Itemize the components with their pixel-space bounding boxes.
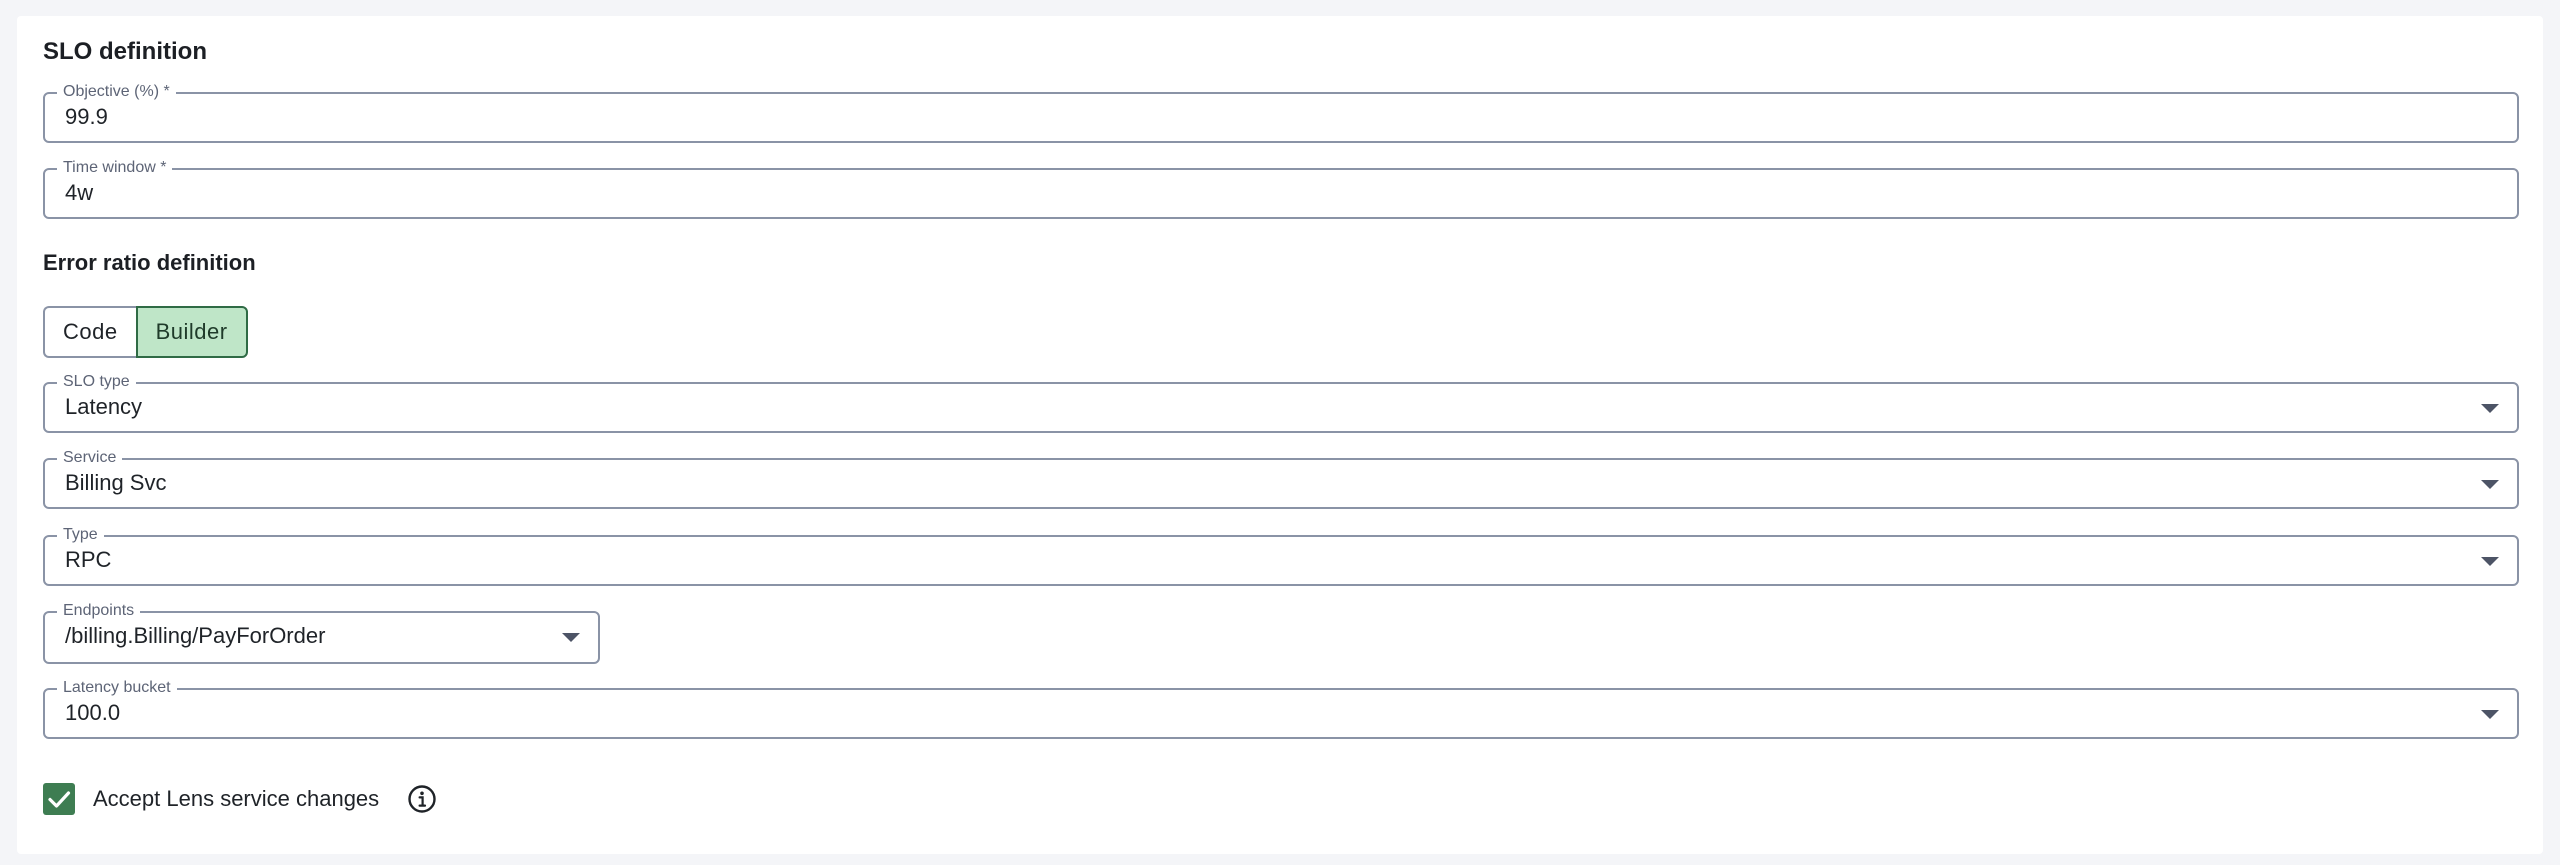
slo-type-value: Latency (65, 394, 143, 419)
chevron-down-icon[interactable] (2481, 557, 2499, 566)
info-icon[interactable] (406, 783, 438, 815)
error-ratio-title: Error ratio definition (43, 250, 256, 275)
objective-field[interactable]: Objective (%) * 99.9 (43, 82, 2519, 143)
slo-type-select[interactable]: SLO type Latency (43, 372, 2519, 433)
definition-mode-toggle: Code Builder (43, 306, 248, 358)
time-window-field[interactable]: Time window * 4w (43, 158, 2519, 219)
slo-definition-title: SLO definition (43, 38, 207, 65)
endpoints-value: /billing.Billing/PayForOrder (65, 623, 326, 648)
latency-bucket-select[interactable]: Latency bucket 100.0 (43, 678, 2519, 739)
chevron-down-icon[interactable] (2481, 710, 2499, 719)
latency-bucket-value: 100.0 (65, 700, 121, 725)
objective-value[interactable]: 99.9 (65, 104, 108, 130)
type-select[interactable]: Type RPC (43, 525, 2519, 586)
slo-type-label: SLO type (57, 372, 136, 392)
code-mode-button[interactable]: Code (43, 306, 136, 358)
service-select[interactable]: Service Billing Svc (43, 448, 2519, 509)
slo-definition-card: SLO definition Objective (%) * 99.9 Time… (17, 16, 2543, 854)
type-value: RPC (65, 547, 112, 572)
chevron-down-icon[interactable] (2481, 480, 2499, 489)
endpoints-select[interactable]: Endpoints /billing.Billing/PayForOrder (43, 601, 600, 664)
chevron-down-icon[interactable] (2481, 404, 2499, 413)
latency-bucket-label: Latency bucket (57, 678, 177, 698)
time-window-label: Time window * (57, 158, 173, 178)
accept-changes-label: Accept Lens service changes (93, 786, 380, 811)
service-label: Service (57, 448, 123, 468)
service-value: Billing Svc (65, 470, 167, 495)
accept-changes-checkbox[interactable] (43, 783, 75, 815)
chevron-down-icon[interactable] (562, 633, 580, 642)
builder-mode-button[interactable]: Builder (135, 306, 248, 358)
type-label: Type (57, 525, 104, 545)
checkmark-icon (48, 791, 71, 808)
endpoints-label: Endpoints (57, 601, 141, 621)
objective-label: Objective (%) * (57, 82, 176, 102)
time-window-value[interactable]: 4w (65, 180, 93, 206)
